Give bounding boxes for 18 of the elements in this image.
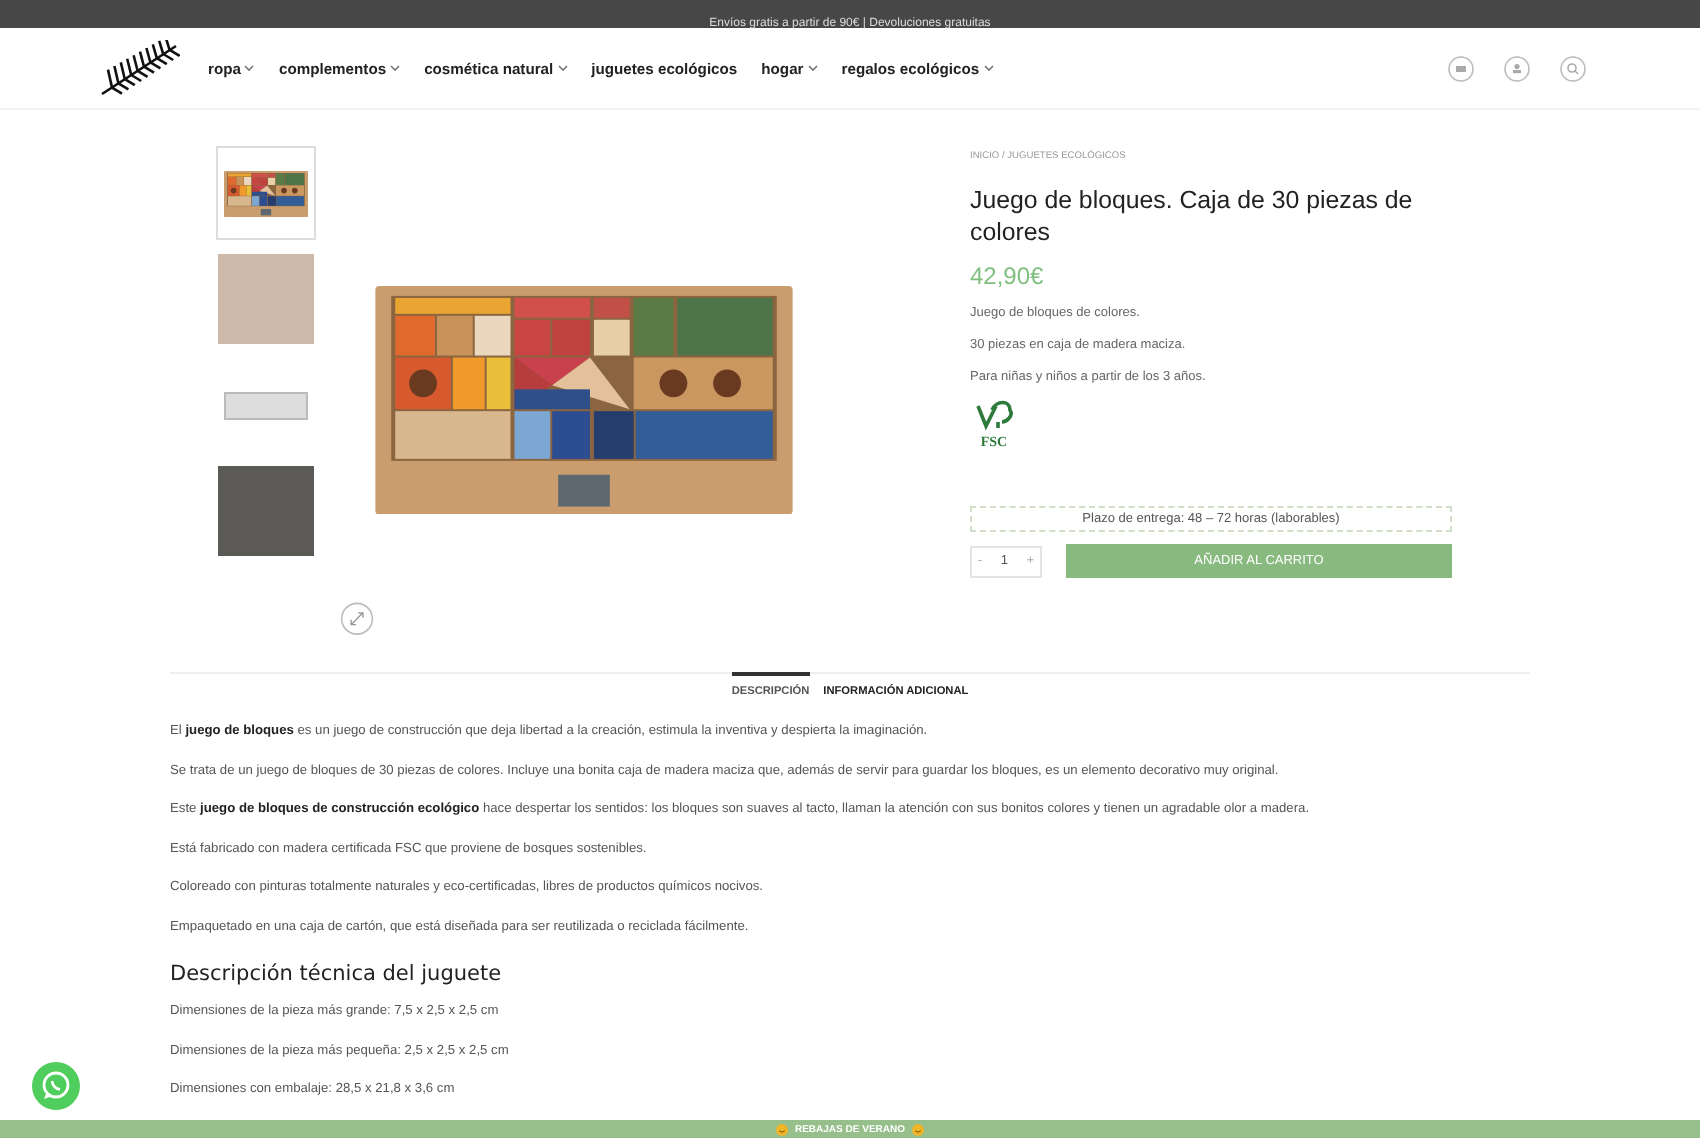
section-heading: Descripción técnica del juguete [170,961,504,988]
photo-placeholder [218,254,314,344]
account-icon[interactable] [1504,55,1530,81]
product-price: 42,90€ [970,262,1046,290]
expand-icon[interactable] [340,602,374,636]
cart-icon[interactable] [1448,55,1474,81]
toy-blocks-thumbnail [224,169,308,217]
smiley-icon [911,1123,923,1135]
chat-button[interactable] [32,1062,80,1110]
gallery-thumbnail[interactable] [216,464,316,558]
package-thumbnail [224,391,308,419]
photo-placeholder [218,466,314,556]
smiley-icon [776,1123,789,1135]
search-icon[interactable] [1560,55,1586,81]
product-title: Juego de bloques. Caja de 30 piezas de colores [970,186,1415,248]
gallery-thumbnail[interactable] [216,252,316,346]
gallery-thumbnail[interactable] [216,146,316,240]
fern-leaf-logo[interactable] [100,40,180,96]
